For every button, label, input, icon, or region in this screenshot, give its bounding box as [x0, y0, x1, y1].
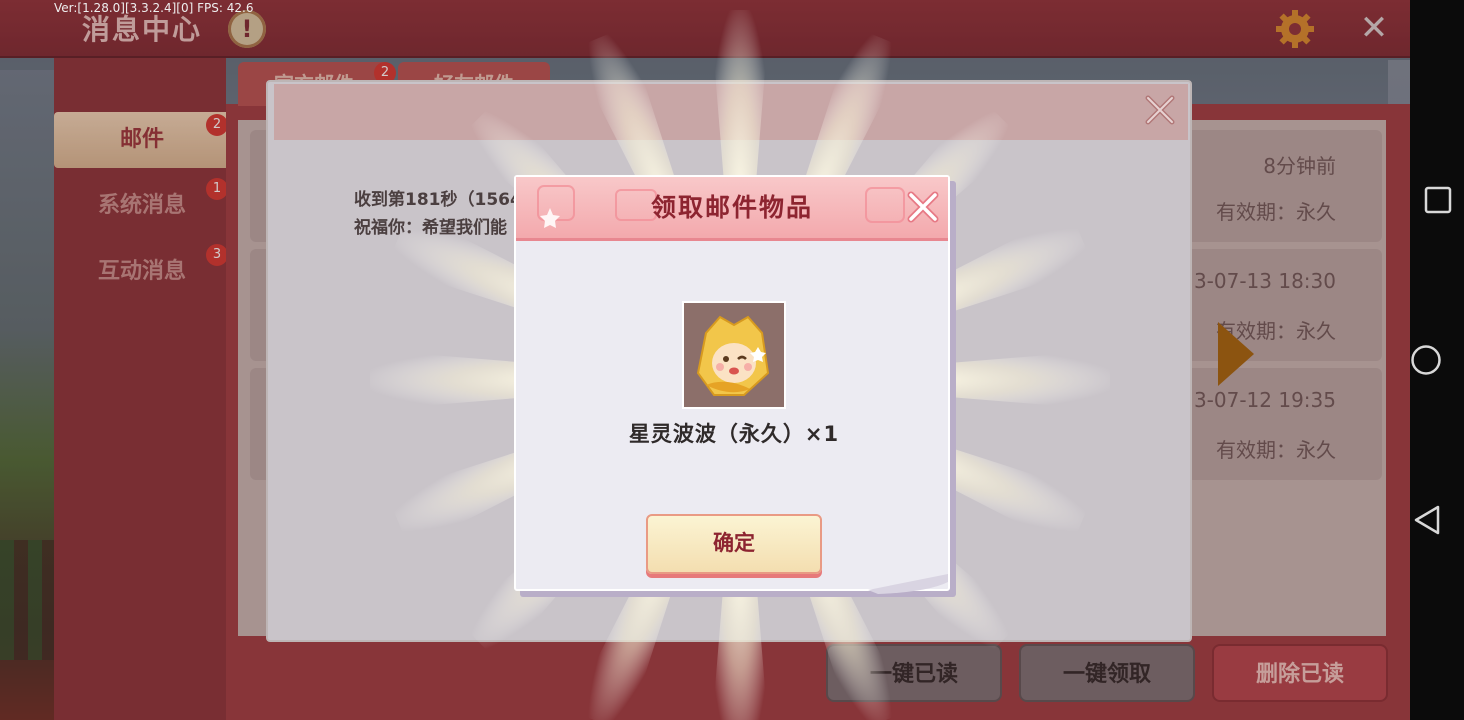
mail-detail-line: 祝福你：希望我们能 — [354, 218, 507, 238]
close-icon[interactable] — [1144, 94, 1176, 126]
version-label: Ver:[1.28.0][3.3.2.4][0] FPS: 42.6 — [54, 1, 254, 15]
page-fold-decoration — [868, 574, 948, 594]
android-navigation-bar — [1410, 0, 1464, 720]
next-arrow-icon[interactable] — [1218, 322, 1254, 386]
reward-item-slot — [682, 301, 786, 409]
mail-detail-header — [274, 84, 1188, 140]
confirm-button[interactable]: 确定 — [646, 514, 822, 574]
reward-dialog-title: 领取邮件物品 — [650, 193, 813, 222]
home-icon[interactable] — [1410, 344, 1442, 376]
back-icon[interactable] — [1412, 504, 1442, 536]
close-icon[interactable] — [905, 189, 941, 225]
star-spirit-icon — [696, 315, 770, 396]
recent-apps-icon[interactable] — [1424, 186, 1452, 214]
mail-detail-line: 收到第181秒（1564 — [354, 190, 522, 210]
reward-item-name: 星灵波波（永久）×1 — [628, 422, 840, 446]
